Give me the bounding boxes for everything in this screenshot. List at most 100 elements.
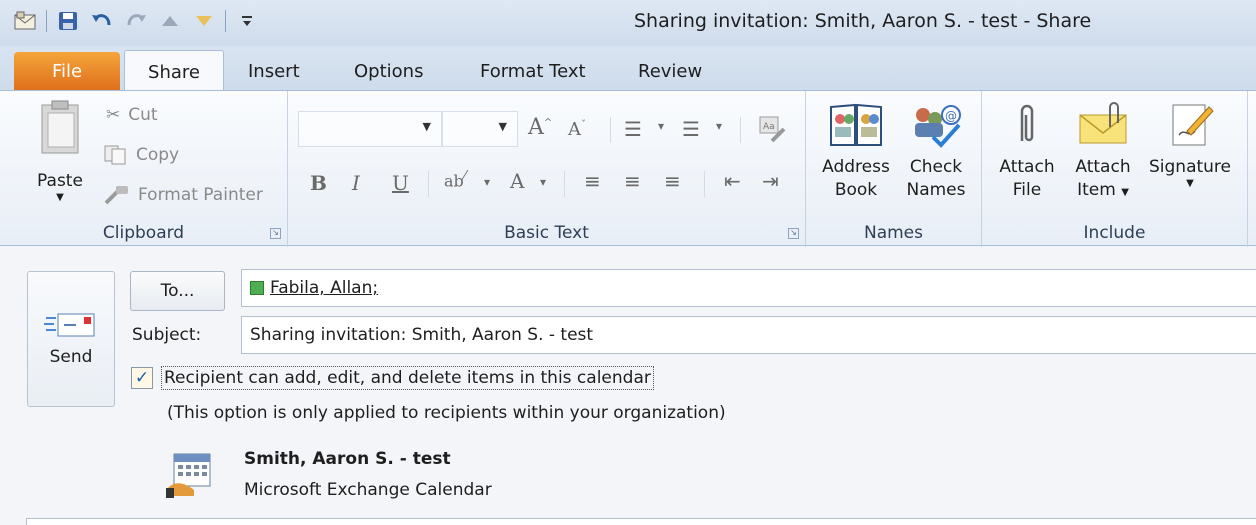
signature-button[interactable]: Signature ▼ [1142, 101, 1238, 189]
down-arrow-icon[interactable] [191, 8, 217, 34]
envelope-icon[interactable] [12, 8, 38, 34]
check-names-icon: @ [909, 101, 963, 149]
scissors-icon: ✂ [106, 105, 121, 125]
separator [428, 171, 429, 197]
format-painter-label: Format Painter [138, 185, 263, 205]
include-group: Attach File Attach Item ▼ Signature ▼ In… [982, 91, 1248, 247]
attach-file-button[interactable]: Attach File [992, 101, 1062, 202]
font-color-dropdown-icon[interactable]: ▾ [540, 175, 546, 189]
paste-icon [38, 99, 82, 157]
highlight-dropdown-icon[interactable]: ▾ [484, 175, 490, 189]
separator [740, 117, 741, 143]
chevron-down-icon: ▼ [422, 120, 431, 133]
copy-icon [104, 145, 128, 165]
signature-label: Signature [1148, 157, 1231, 177]
paste-button[interactable]: Paste ▼ [26, 99, 94, 203]
align-right-icon[interactable]: ≡ [664, 169, 681, 193]
bold-button[interactable]: B [310, 171, 327, 195]
send-icon [28, 312, 114, 345]
undo-icon[interactable] [89, 8, 115, 34]
highlight-icon[interactable]: ab⁄ [444, 169, 466, 190]
tab-review[interactable]: Review [638, 50, 702, 92]
recipient-name[interactable]: Fabila, Allan; [270, 278, 378, 298]
numbering-dropdown-icon[interactable]: ▾ [716, 119, 722, 133]
separator [564, 171, 565, 197]
tab-share[interactable]: Share [124, 50, 224, 94]
address-book-label-2: Book [834, 180, 878, 200]
paste-label: Paste [37, 171, 83, 191]
presence-icon [250, 281, 264, 295]
ribbon: Paste ▼ ✂ Cut Copy Format Painter Clipbo… [0, 90, 1256, 247]
attach-item-icon [1076, 101, 1130, 149]
align-left-icon[interactable]: ≡ [584, 169, 601, 193]
subject-value: Sharing invitation: Smith, Aaron S. - te… [250, 325, 594, 345]
tab-insert[interactable]: Insert [248, 50, 300, 92]
grow-font-icon[interactable]: A^ [528, 115, 552, 140]
quick-access-toolbar [12, 8, 260, 34]
format-painter-icon [104, 185, 130, 205]
tab-file[interactable]: File [14, 52, 120, 90]
numbering-icon[interactable]: ☰ [682, 117, 700, 141]
tab-format-text[interactable]: Format Text [480, 50, 586, 92]
font-name-combo[interactable]: ▼ [298, 111, 442, 147]
copy-label: Copy [136, 145, 180, 165]
title-bar: Sharing invitation: Smith, Aaron S. - te… [0, 0, 1256, 46]
to-field[interactable]: Fabila, Allan; [241, 269, 1256, 307]
subject-label: Subject: [132, 325, 202, 345]
send-label: Send [49, 347, 93, 367]
clipboard-launcher-icon[interactable]: ↘ [270, 228, 281, 239]
attach-item-dropdown-icon: ▼ [1121, 187, 1129, 198]
shrink-font-icon[interactable]: Aˇ [568, 119, 586, 140]
to-button[interactable]: To... [130, 271, 225, 311]
separator [704, 171, 705, 197]
copy-button[interactable]: Copy [104, 145, 179, 165]
address-book-label-1: Address [822, 157, 890, 177]
save-icon[interactable] [55, 8, 81, 34]
check-names-button[interactable]: @ Check Names [902, 101, 970, 202]
names-group: Address Book @ Check Names Names [806, 91, 982, 247]
ribbon-tabs: File Share Insert Options Format Text Re… [0, 46, 1256, 94]
calendar-type: Microsoft Exchange Calendar [244, 480, 492, 500]
font-color-icon[interactable]: A [510, 169, 524, 193]
underline-button[interactable]: U [392, 171, 409, 195]
attach-item-button[interactable]: Attach Item ▼ [1068, 101, 1138, 204]
basic-text-launcher-icon[interactable]: ↘ [788, 228, 799, 239]
permission-note: (This option is only applied to recipien… [167, 403, 726, 423]
calendar-icon [164, 450, 216, 505]
message-body[interactable] [26, 518, 1256, 525]
align-center-icon[interactable]: ≡ [624, 169, 641, 193]
increase-indent-icon[interactable]: ⇥ [762, 169, 779, 193]
calendar-name: Smith, Aaron S. - test [244, 449, 451, 469]
clipboard-group: Paste ▼ ✂ Cut Copy Format Painter Clipbo… [0, 91, 288, 247]
customize-dropdown-icon[interactable] [234, 8, 260, 34]
signature-icon [1165, 101, 1215, 149]
decrease-indent-icon[interactable]: ⇤ [724, 169, 741, 193]
basic-text-group: ▼ ▼ A^ Aˇ ☰ ▾ ☰ ▾ Aa B I U ab⁄ ▾ A ▾ ≡ ≡… [288, 91, 806, 247]
address-book-button[interactable]: Address Book [814, 101, 898, 202]
include-group-label: Include [1083, 223, 1146, 243]
italic-button[interactable]: I [352, 171, 360, 195]
format-painter-button[interactable]: Format Painter [104, 185, 263, 205]
subject-field[interactable]: Sharing invitation: Smith, Aaron S. - te… [241, 316, 1256, 354]
edit-permission-label[interactable]: Recipient can add, edit, and delete item… [161, 366, 654, 390]
styles-icon[interactable]: Aa [758, 115, 788, 150]
attach-item-label-1: Attach [1075, 157, 1131, 177]
bullets-icon[interactable]: ☰ [624, 117, 642, 141]
send-button[interactable]: Send [27, 271, 115, 407]
cut-button[interactable]: ✂ Cut [106, 105, 158, 125]
redo-icon[interactable] [123, 8, 149, 34]
paste-dropdown-icon: ▼ [56, 192, 64, 203]
svg-text:@: @ [945, 109, 957, 123]
edit-permission-checkbox[interactable]: ✓ [131, 367, 153, 389]
font-size-combo[interactable]: ▼ [442, 111, 518, 147]
clipboard-group-label: Clipboard [102, 223, 185, 243]
address-book-icon [829, 101, 883, 149]
window-title: Sharing invitation: Smith, Aaron S. - te… [634, 10, 1092, 32]
attach-file-label-2: File [1012, 180, 1042, 200]
separator [610, 117, 611, 143]
signature-dropdown-icon: ▼ [1186, 178, 1194, 189]
bullets-dropdown-icon[interactable]: ▾ [658, 119, 664, 133]
up-arrow-icon[interactable] [157, 8, 183, 34]
names-group-label: Names [863, 223, 923, 243]
tab-options[interactable]: Options [354, 50, 423, 92]
